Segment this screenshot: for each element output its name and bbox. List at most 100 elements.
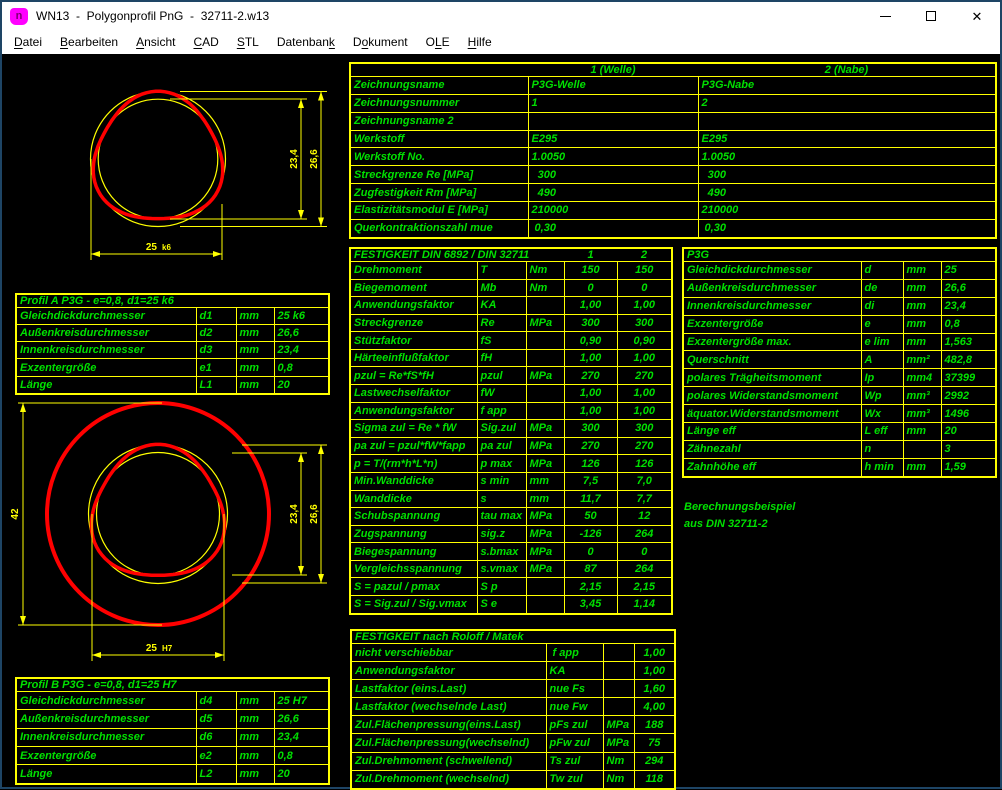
table-cell: d3 — [196, 342, 236, 359]
table-cell: 11,7 — [564, 490, 617, 508]
table-cell: 1,00 — [617, 297, 672, 315]
table-row: Exzentergrößee2mm0,8 — [16, 747, 329, 765]
table-cell: Lastwechselfaktor — [350, 385, 477, 403]
table-cell: 0,30 — [698, 219, 996, 238]
menu-item-datei[interactable]: Datei — [5, 32, 51, 52]
table-cell: 25 k6 — [274, 308, 329, 325]
table-row: Sigma zul = Re * fWSig.zulMPa300300 — [350, 420, 672, 438]
table-cell: 23,4 — [274, 728, 329, 746]
table-row: Wanddickesmm11,77,7 — [350, 490, 672, 508]
table-cell: Gleichdickdurchmesser — [683, 262, 861, 280]
table-header-row: Profil B P3G - e=0,8, d1=25 H7 — [16, 678, 329, 692]
table-row: QuerschnittAmm²482,8 — [683, 351, 996, 369]
window-controls: ✕ — [862, 2, 1000, 30]
table-cell: 37399 — [941, 369, 996, 387]
table-cell: 270 — [564, 437, 617, 455]
table-cell: 1,60 — [634, 680, 675, 698]
table-cell: 7,0 — [617, 472, 672, 490]
table-row: Zul.Drehmoment (wechselnd)Tw zulNm118 — [351, 770, 675, 789]
table-cell: L1 — [196, 376, 236, 394]
table-cell: mm — [526, 490, 564, 508]
hub-outer-circle — [89, 445, 228, 584]
table-cell: 7,5 — [564, 472, 617, 490]
table-cell: MPa — [526, 543, 564, 561]
table-cell — [526, 595, 564, 614]
table-cell — [603, 698, 634, 716]
table-cell: Länge — [16, 376, 196, 394]
specs-header-empty — [350, 63, 528, 77]
table-cell: Mb — [477, 279, 526, 297]
table-cell: 7,7 — [617, 490, 672, 508]
table-cell: Querkontraktionszahl mue — [350, 219, 528, 238]
table-cell: 1,00 — [564, 385, 617, 403]
p3g-table: P3G Gleichdickdurchmesserdmm25Außenkreis… — [682, 247, 997, 478]
menu-item-datenbank[interactable]: Datenbank — [268, 32, 344, 52]
menu-item-ansicht[interactable]: Ansicht — [127, 32, 184, 52]
table-row: Min.Wanddickes minmm7,57,0 — [350, 472, 672, 490]
calculation-note-line2: aus DIN 32711-2 — [684, 516, 795, 533]
menu-item-dokument[interactable]: Dokument — [344, 32, 417, 52]
table-cell: 26,6 — [274, 710, 329, 728]
table-cell: Gleichdickdurchmesser — [16, 308, 196, 325]
table-cell: E295 — [528, 130, 698, 148]
table-cell: pFw zul — [546, 734, 603, 752]
table-cell: 490 — [528, 184, 698, 202]
table-cell: 2,15 — [617, 578, 672, 596]
table-row: Schubspannungtau maxMPa5012 — [350, 508, 672, 526]
hub-dim-width: 25 — [146, 643, 158, 654]
table-cell: S = Sig.zul / Sig.vmax — [350, 595, 477, 614]
table-cell — [903, 440, 941, 458]
table-cell: S p — [477, 578, 526, 596]
menu-bar: DateiBearbeitenAnsichtCADSTLDatenbankDok… — [2, 30, 1000, 54]
menu-item-cad[interactable]: CAD — [184, 32, 227, 52]
table-cell: 1,00 — [634, 662, 675, 680]
table-cell: mm — [526, 472, 564, 490]
table-cell: 118 — [634, 770, 675, 789]
close-button[interactable]: ✕ — [954, 2, 1000, 30]
menu-item-hilfe[interactable]: Hilfe — [459, 32, 501, 52]
maximize-icon — [926, 11, 936, 21]
table-cell: pzul — [477, 367, 526, 385]
table-cell: Zul.Drehmoment (wechselnd) — [351, 770, 546, 789]
table-cell: L eff — [861, 423, 903, 441]
table-cell: Vergleichsspannung — [350, 560, 477, 578]
table-cell: Zul.Flächenpressung(wechselnd) — [351, 734, 546, 752]
hub-dim-inner: 23,4 — [289, 504, 300, 524]
table-cell — [603, 680, 634, 698]
table-row: StreckgrenzeReMPa300300 — [350, 314, 672, 332]
table-cell: Nm — [526, 279, 564, 297]
hub-dim-outer-diameter: 42 — [10, 508, 21, 520]
menu-item-stl[interactable]: STL — [228, 32, 268, 52]
table-cell: Min.Wanddicke — [350, 472, 477, 490]
table-cell: mm — [903, 297, 941, 315]
table-cell — [526, 297, 564, 315]
table-cell: P3G-Welle — [528, 77, 698, 95]
table-cell: Anwendungsfaktor — [350, 402, 477, 420]
maximize-button[interactable] — [908, 2, 954, 30]
table-cell: 210000 — [698, 202, 996, 220]
table-row: polares WiderstandsmomentWpmm³2992 — [683, 387, 996, 405]
table-cell: MPa — [603, 716, 634, 734]
table-row: Zul.Drehmoment (schwellend)Ts zulNm294 — [351, 752, 675, 770]
table-cell: 4,00 — [634, 698, 675, 716]
table-cell: tau max — [477, 508, 526, 526]
menu-item-bearbeiten[interactable]: Bearbeiten — [51, 32, 127, 52]
table-cell: d5 — [196, 710, 236, 728]
table-cell: 75 — [634, 734, 675, 752]
table-cell: Werkstoff — [350, 130, 528, 148]
shaft-dim-width: 25 — [146, 242, 158, 253]
table-row: Vergleichsspannungs.vmaxMPa87264 — [350, 560, 672, 578]
p3g-title: P3G — [683, 248, 996, 262]
table-cell: 26,6 — [274, 325, 329, 342]
table-row: DrehmomentTNm150150 — [350, 262, 672, 280]
table-cell: 1.0050 — [698, 148, 996, 166]
table-row: Elastizitätsmodul E [MPa]210000210000 — [350, 202, 996, 220]
table-cell: 126 — [564, 455, 617, 473]
table-cell: fH — [477, 349, 526, 367]
table-cell: 126 — [617, 455, 672, 473]
table-row: polares TrägheitsmomentIpmm437399 — [683, 369, 996, 387]
table-row: Exzentergrößee1mm0,8 — [16, 359, 329, 376]
menu-item-ole[interactable]: OLE — [417, 32, 459, 52]
table-cell: mm² — [903, 351, 941, 369]
minimize-button[interactable] — [862, 2, 908, 30]
